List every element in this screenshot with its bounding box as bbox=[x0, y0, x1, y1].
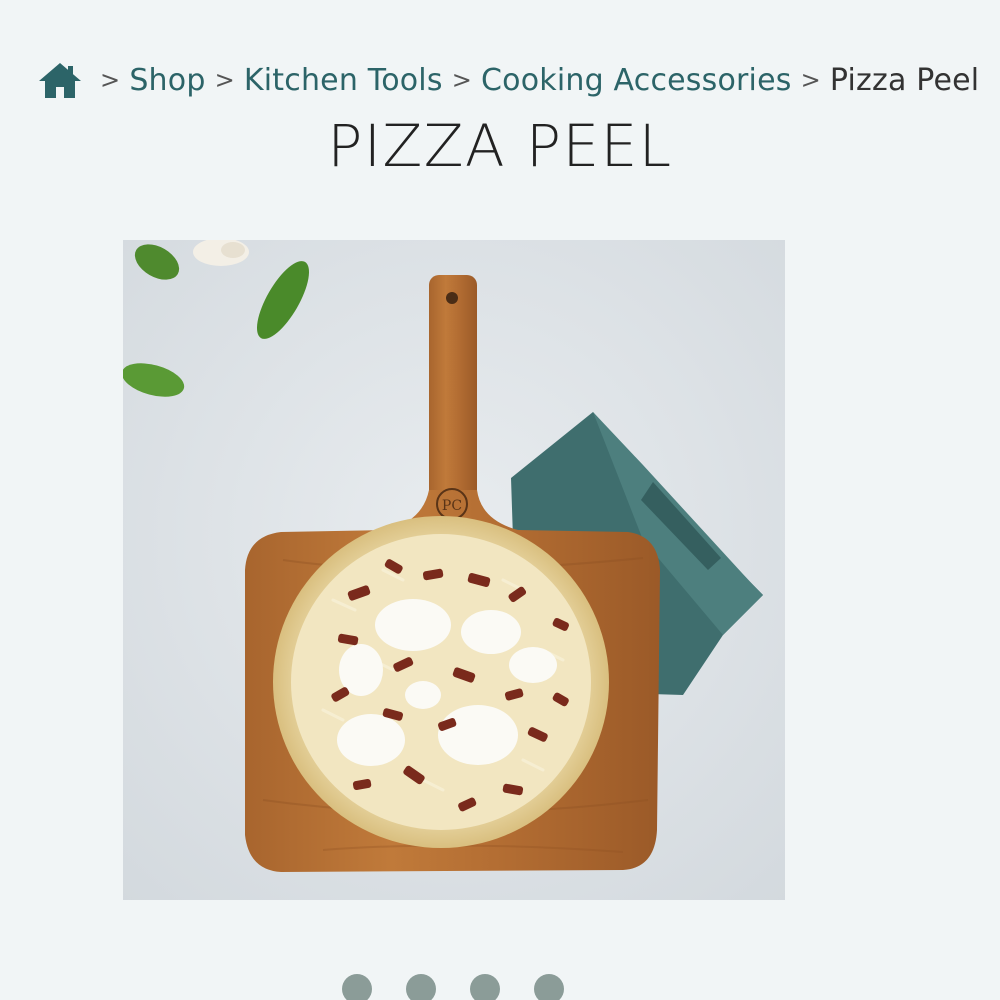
breadcrumb-link-shop[interactable]: Shop bbox=[129, 63, 205, 98]
breadcrumb-separator: > bbox=[214, 66, 235, 94]
carousel-dot[interactable] bbox=[342, 974, 372, 1000]
breadcrumb-current: Pizza Peel bbox=[829, 62, 980, 98]
home-icon[interactable] bbox=[37, 60, 83, 100]
carousel-dot[interactable] bbox=[534, 974, 564, 1000]
carousel-dot[interactable] bbox=[470, 974, 500, 1000]
carousel-dots bbox=[342, 974, 564, 1000]
svg-text:PC: PC bbox=[442, 498, 462, 514]
carousel-dot[interactable] bbox=[406, 974, 436, 1000]
breadcrumb-link-cooking-accessories[interactable]: Cooking Accessories bbox=[481, 63, 792, 98]
breadcrumb-link-kitchen-tools[interactable]: Kitchen Tools bbox=[244, 63, 443, 98]
breadcrumb: > Shop > Kitchen Tools > Cooking Accesso… bbox=[37, 60, 979, 100]
breadcrumb-separator: > bbox=[800, 66, 821, 94]
page-title: PIZZA PEEL bbox=[327, 112, 673, 180]
breadcrumb-separator: > bbox=[100, 66, 121, 94]
product-image[interactable]: PC bbox=[123, 240, 785, 900]
breadcrumb-separator: > bbox=[451, 66, 472, 94]
